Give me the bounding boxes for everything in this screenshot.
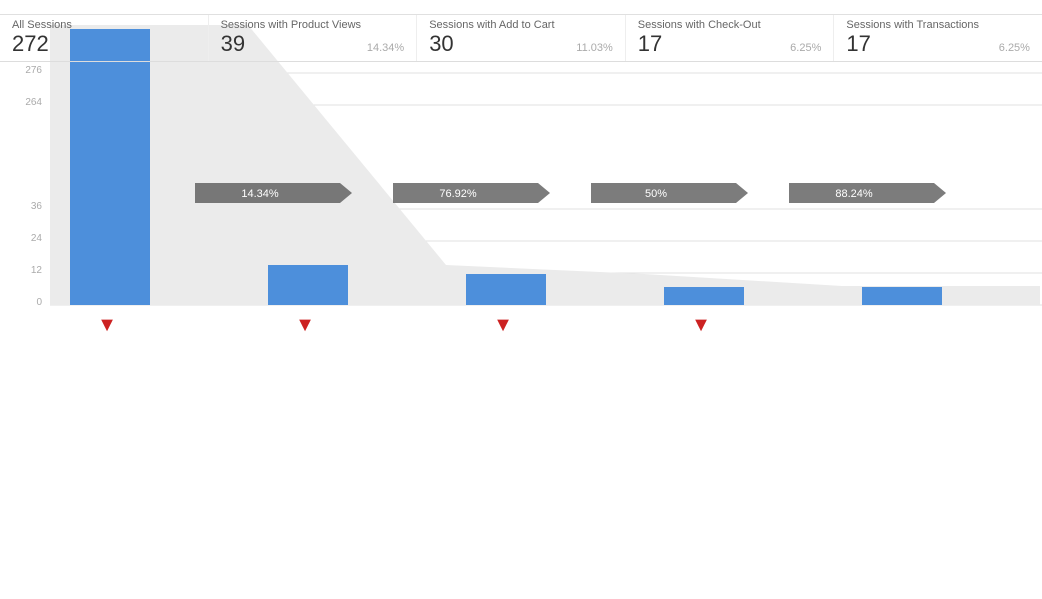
svg-text:276: 276 — [25, 65, 42, 76]
red-arrow-2: ▼ — [295, 314, 315, 336]
summary-value-tr: 17 — [846, 31, 870, 57]
summary-value-ac: 30 — [429, 31, 453, 57]
bar-add-to-cart — [466, 274, 546, 305]
summary-value-all: 272 — [12, 31, 196, 57]
summary-all-sessions: All Sessions 272 — [0, 15, 208, 61]
red-arrow-3: ▼ — [493, 314, 513, 336]
svg-text:76.92%: 76.92% — [439, 188, 477, 200]
summary-label-co: Sessions with Check-Out — [638, 19, 822, 31]
svg-text:0: 0 — [36, 297, 42, 308]
arrow-badge-3 — [591, 183, 748, 203]
summary-bar — [0, 0, 1042, 15]
funnel-bg-1b — [248, 25, 446, 305]
bar-check-out — [664, 287, 744, 305]
summary-pct-pv: 14.34% — [367, 42, 404, 54]
summary-label-ac: Sessions with Add to Cart — [429, 19, 613, 31]
bar-transactions — [862, 287, 942, 305]
summary-value-co: 17 — [638, 31, 662, 57]
chart-container: 0 12 24 36 264 276 — [0, 15, 1042, 355]
bar-all-sessions — [70, 29, 150, 305]
summary-transactions: Sessions with Transactions 17 6.25% — [833, 15, 1042, 61]
summary-pct-co: 6.25% — [790, 42, 821, 54]
summary-add-cart: Sessions with Add to Cart 30 11.03% — [416, 15, 625, 61]
summary-pct-ac: 11.03% — [576, 42, 613, 54]
red-arrow-4: ▼ — [691, 314, 711, 336]
summary-label-pv: Sessions with Product Views — [221, 19, 405, 31]
summary-product-views: Sessions with Product Views 39 14.34% — [208, 15, 417, 61]
svg-text:88.24%: 88.24% — [835, 188, 873, 200]
summary-bar-overlay: All Sessions 272 Sessions with Product V… — [0, 15, 1042, 62]
summary-label-tr: Sessions with Transactions — [846, 19, 1030, 31]
summary-pct-tr: 6.25% — [999, 42, 1030, 54]
summary-value-pv: 39 — [221, 31, 245, 57]
summary-checkout: Sessions with Check-Out 17 6.25% — [625, 15, 834, 61]
svg-text:14.34%: 14.34% — [241, 188, 279, 200]
svg-text:12: 12 — [31, 265, 43, 276]
funnel-chart: 0 12 24 36 264 276 — [0, 15, 1042, 355]
svg-text:24: 24 — [31, 233, 43, 244]
svg-text:50%: 50% — [645, 188, 667, 200]
svg-text:36: 36 — [31, 201, 43, 212]
svg-text:264: 264 — [25, 97, 42, 108]
bar-product-views — [268, 265, 348, 305]
red-arrow-1: ▼ — [97, 314, 117, 336]
summary-label-all: All Sessions — [12, 19, 196, 31]
